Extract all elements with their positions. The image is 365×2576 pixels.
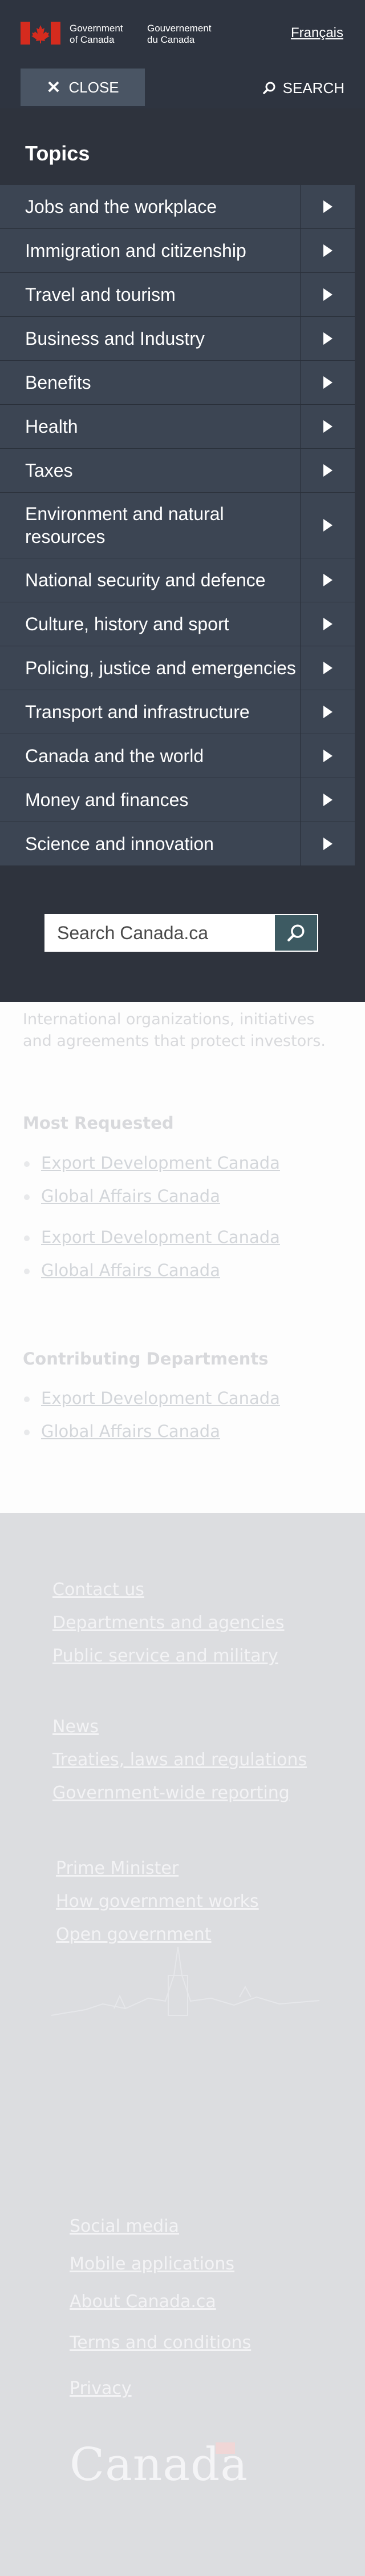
topics-heading: Topics (25, 142, 90, 165)
site-header: Government of Canada Gouvernement du Can… (0, 0, 365, 69)
expand-arrow-icon[interactable] (300, 778, 355, 822)
list-item[interactable]: Export Development Canada (23, 1387, 280, 1420)
close-label: CLOSE (68, 78, 119, 96)
list-item[interactable]: Export Development Canada (23, 1226, 280, 1259)
expand-arrow-icon[interactable] (300, 602, 355, 646)
search-submit-button[interactable] (274, 914, 318, 952)
expand-arrow-icon[interactable] (300, 405, 355, 448)
signature-english: Government of Canada (70, 23, 123, 45)
footer-links-group-4: Social media Mobile applications About C… (70, 2215, 251, 2410)
footer-link[interactable]: Terms and conditions (70, 2332, 251, 2377)
expand-arrow-icon[interactable] (300, 734, 355, 778)
menu-bar: ✕ CLOSE SEARCH (0, 69, 365, 108)
search-icon (287, 924, 305, 941)
contributing-departments-heading: Contributing Departments (23, 1349, 269, 1368)
most-requested-heading: Most Requested (23, 1113, 174, 1133)
footer: Contact us Departments and agencies Publ… (0, 1513, 365, 2576)
contributing-departments-list: Export Development Canada Global Affairs… (23, 1387, 280, 1453)
search-label: SEARCH (282, 79, 344, 96)
topics-menu-panel: Topics Jobs and the workplace Immigratio… (0, 108, 365, 1002)
topic-business[interactable]: Business and Industry (0, 317, 355, 361)
list-item[interactable]: Global Affairs Canada (23, 1185, 280, 1218)
search-icon (262, 82, 275, 94)
footer-links-group-2: News Treaties, laws and regulations Gove… (52, 1716, 307, 1815)
topics-list: Jobs and the workplace Immigration and c… (0, 185, 355, 866)
expand-arrow-icon[interactable] (300, 822, 355, 866)
topic-benefits[interactable]: Benefits (0, 361, 355, 405)
search-input[interactable] (44, 914, 274, 952)
expand-arrow-icon[interactable] (300, 273, 355, 316)
language-toggle-link[interactable]: Français (291, 25, 343, 41)
expand-arrow-icon[interactable] (300, 361, 355, 404)
footer-link[interactable]: Treaties, laws and regulations (52, 1749, 307, 1782)
wordmark-flag-icon (216, 2442, 235, 2454)
list-item[interactable]: Export Development Canada (23, 1152, 280, 1185)
expand-arrow-icon[interactable] (300, 646, 355, 690)
expand-arrow-icon[interactable] (300, 449, 355, 492)
footer-link[interactable]: About Canada.ca (70, 2291, 251, 2332)
close-icon: ✕ (46, 78, 61, 97)
footer-link[interactable]: Prime Minister (56, 1857, 259, 1890)
topic-immigration[interactable]: Immigration and citizenship (0, 229, 355, 273)
topic-travel[interactable]: Travel and tourism (0, 273, 355, 317)
topic-canada-world[interactable]: Canada and the world (0, 734, 355, 778)
topic-health[interactable]: Health (0, 405, 355, 449)
topic-culture[interactable]: Culture, history and sport (0, 602, 355, 646)
search-form (44, 914, 318, 952)
intro-text: International organizations, initiatives… (23, 1011, 326, 1050)
footer-link[interactable]: Government-wide reporting (52, 1782, 307, 1815)
footer-links-group-1: Contact us Departments and agencies Publ… (52, 1579, 285, 1678)
search-toggle-button[interactable]: SEARCH (262, 77, 344, 99)
list-item[interactable]: Global Affairs Canada (23, 1420, 280, 1453)
topic-policing[interactable]: Policing, justice and emergencies (0, 646, 355, 690)
footer-link[interactable]: Social media (70, 2215, 251, 2253)
expand-arrow-icon[interactable] (300, 229, 355, 272)
footer-link[interactable]: Contact us (52, 1579, 285, 1612)
expand-arrow-icon[interactable] (300, 558, 355, 602)
footer-link[interactable]: Departments and agencies (52, 1612, 285, 1645)
expand-arrow-icon[interactable] (300, 493, 355, 558)
most-requested-list: Export Development Canada Global Affairs… (23, 1152, 280, 1292)
topic-jobs[interactable]: Jobs and the workplace (0, 185, 355, 229)
expand-arrow-icon[interactable] (300, 185, 355, 228)
signature-french: Gouvernement du Canada (147, 23, 212, 45)
topic-environment[interactable]: Environment and natural resources (0, 493, 355, 558)
background-main-content: International organizations, initiatives… (0, 1002, 365, 1516)
footer-link[interactable]: Public service and military (52, 1645, 285, 1678)
expand-arrow-icon[interactable] (300, 690, 355, 734)
canada-flag-icon[interactable] (21, 22, 60, 45)
footer-link[interactable]: Mobile applications (70, 2253, 251, 2291)
parliament-skyline-graphic (51, 1946, 319, 2016)
topic-taxes[interactable]: Taxes (0, 449, 355, 493)
close-menu-button[interactable]: ✕ CLOSE (21, 69, 145, 106)
topic-money[interactable]: Money and finances (0, 778, 355, 822)
footer-link[interactable]: How government works (56, 1890, 259, 1923)
topic-science[interactable]: Science and innovation (0, 822, 355, 866)
footer-link[interactable]: Privacy (70, 2377, 251, 2410)
topic-security[interactable]: National security and defence (0, 558, 355, 602)
list-item[interactable]: Global Affairs Canada (23, 1259, 280, 1292)
footer-link[interactable]: News (52, 1716, 307, 1749)
expand-arrow-icon[interactable] (300, 317, 355, 360)
topic-transport[interactable]: Transport and infrastructure (0, 690, 355, 734)
